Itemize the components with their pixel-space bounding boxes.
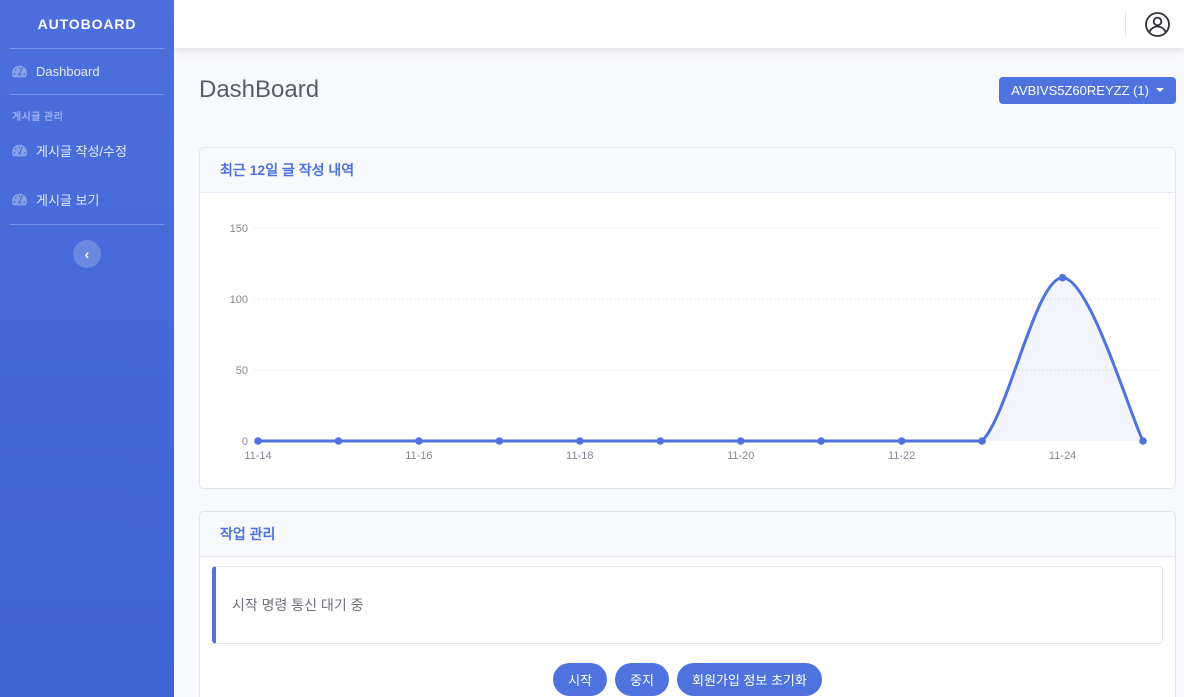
chart-x-labels: 11-14 11-16 11-18 11-20 11-22 11-24 (244, 450, 1076, 462)
sidebar-section-heading: 게시글 관리 (0, 95, 174, 126)
account-dropdown-button[interactable]: AVBIVS5Z60REYZZ (1) (999, 77, 1176, 104)
sidebar-toggle-wrap: ‹ (0, 240, 174, 268)
sidebar-item-post-view[interactable]: 게시글 보기 (0, 175, 174, 224)
tachometer-icon (12, 64, 27, 79)
task-buttons-row: 시작 중지 회원가입 정보 초기화 (212, 663, 1163, 696)
topbar-divider (1125, 11, 1126, 37)
brand-logo[interactable]: AUTOBOARD (0, 0, 174, 48)
svg-text:11-18: 11-18 (566, 450, 593, 462)
chart-point[interactable] (737, 437, 745, 445)
main-content: DashBoard AVBIVS5Z60REYZZ (1) 최근 12일 글 작… (174, 48, 1184, 697)
task-management-card-title: 작업 관리 (200, 512, 1175, 557)
recent-posts-card-body: 0 50 100 150 11-14 11-16 11-18 11-20 11-22 11-24 (200, 193, 1175, 488)
svg-text:150: 150 (230, 223, 248, 235)
chart-point[interactable] (496, 437, 504, 445)
chart-point[interactable] (415, 437, 423, 445)
account-dropdown-label: AVBIVS5Z60REYZZ (1) (1011, 83, 1149, 98)
svg-text:11-20: 11-20 (727, 450, 754, 462)
sidebar-item-post-edit[interactable]: 게시글 작성/수정 (0, 126, 174, 175)
stop-button[interactable]: 중지 (615, 663, 669, 696)
user-circle-icon (1144, 11, 1172, 38)
svg-text:100: 100 (230, 294, 248, 306)
task-management-card: 작업 관리 시작 명령 통신 대기 중 시작 중지 회원가입 정보 초기화 (199, 511, 1176, 697)
page-heading-row: DashBoard AVBIVS5Z60REYZZ (1) (199, 76, 1176, 104)
task-status-box: 시작 명령 통신 대기 중 (212, 566, 1163, 644)
chart-point[interactable] (898, 437, 906, 445)
sidebar-item-label: 게시글 작성/수정 (36, 141, 127, 160)
sidebar-item-dashboard[interactable]: Dashboard (0, 49, 174, 94)
chart-point[interactable] (817, 437, 825, 445)
task-management-card-body: 시작 명령 통신 대기 중 시작 중지 회원가입 정보 초기화 (200, 557, 1175, 697)
chart-point[interactable] (978, 437, 986, 445)
recent-posts-card-title: 최근 12일 글 작성 내역 (200, 148, 1175, 193)
sidebar: AUTOBOARD Dashboard 게시글 관리 게시글 작성/수정 게시글… (0, 0, 174, 697)
sidebar-divider (10, 224, 164, 225)
svg-text:11-24: 11-24 (1049, 450, 1076, 462)
chart-point[interactable] (1059, 274, 1067, 282)
chart-point[interactable] (656, 437, 664, 445)
page-title: DashBoard (199, 76, 319, 104)
chart-point[interactable] (1139, 437, 1147, 445)
topbar (174, 0, 1184, 48)
chart-point[interactable] (254, 437, 262, 445)
chevron-left-icon: ‹ (85, 246, 90, 262)
sidebar-collapse-button[interactable]: ‹ (73, 240, 101, 268)
svg-text:50: 50 (236, 365, 248, 377)
recent-posts-card: 최근 12일 글 작성 내역 05010015011-1411-1611-181… (199, 147, 1176, 489)
reset-signup-info-button[interactable]: 회원가입 정보 초기화 (677, 663, 822, 696)
tachometer-icon (12, 143, 27, 158)
chart-area-fill (258, 278, 1143, 441)
chart-point[interactable] (576, 437, 584, 445)
app-window: AUTOBOARD Dashboard 게시글 관리 게시글 작성/수정 게시글… (0, 0, 1184, 697)
task-status-message: 시작 명령 통신 대기 중 (232, 595, 363, 615)
sidebar-item-label: Dashboard (36, 64, 100, 79)
svg-text:11-22: 11-22 (888, 450, 915, 462)
user-menu-button[interactable] (1144, 10, 1172, 38)
svg-text:11-16: 11-16 (405, 450, 432, 462)
tachometer-icon (12, 192, 27, 207)
posts-line-chart: 0 50 100 150 11-14 11-16 11-18 11-20 11-22 11-24 (208, 201, 1168, 471)
svg-text:0: 0 (242, 436, 248, 448)
chart-point[interactable] (335, 437, 343, 445)
svg-text:11-14: 11-14 (244, 450, 271, 462)
sidebar-item-label: 게시글 보기 (36, 190, 99, 209)
caret-down-icon (1156, 88, 1164, 92)
start-button[interactable]: 시작 (553, 663, 607, 696)
chart-y-labels: 0 50 100 150 (230, 223, 248, 448)
